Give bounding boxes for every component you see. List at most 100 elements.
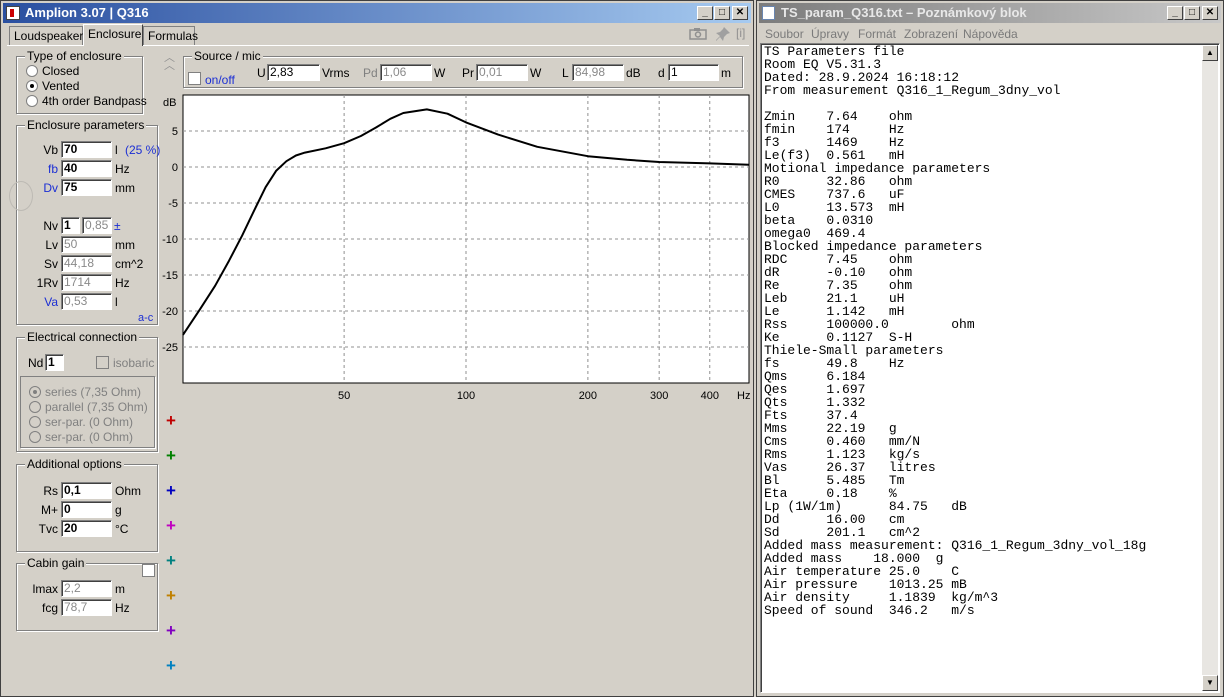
tab-enclosure[interactable]: Enclosure bbox=[83, 24, 143, 46]
vb-percent: (25 %) bbox=[125, 143, 161, 157]
notepad-line: From measurement Q316_1_Regum_3dny_vol bbox=[764, 83, 1061, 98]
vb-label: Vb bbox=[43, 143, 58, 157]
close-icon[interactable]: ✕ bbox=[732, 6, 748, 20]
menu-napoveda[interactable]: Nápověda bbox=[963, 27, 1018, 41]
d-unit: m bbox=[721, 66, 731, 80]
notepad-icon bbox=[762, 6, 775, 20]
dv-label: Dv bbox=[43, 181, 58, 195]
u-label: U bbox=[257, 66, 266, 80]
tab-formulas-label: Formulas bbox=[148, 29, 199, 43]
radio-series bbox=[29, 386, 41, 398]
rs-unit: Ohm bbox=[115, 484, 142, 498]
d-input[interactable]: 1 bbox=[668, 64, 719, 81]
amplion-window: Amplion 3.07 | Q316 _ □ ✕ Loudspeaker En… bbox=[0, 0, 754, 697]
d-label: d bbox=[658, 66, 665, 80]
rs-input[interactable]: 0,1 bbox=[61, 482, 112, 499]
tvc-input[interactable]: 20 bbox=[61, 520, 112, 537]
tab-loudspeaker[interactable]: Loudspeaker bbox=[9, 26, 83, 45]
pr-input: 0,01 bbox=[476, 64, 528, 81]
y-tick-label: 0 bbox=[172, 162, 178, 174]
fcg-input: 78,7 bbox=[61, 599, 112, 616]
scroll-down-icon[interactable]: ▼ bbox=[1202, 675, 1218, 691]
sv-label: Sv bbox=[43, 257, 58, 271]
add-series-plus-icon[interactable]: + bbox=[166, 587, 176, 604]
isobaric-label: isobaric bbox=[113, 356, 155, 370]
nv-input[interactable]: 1 bbox=[61, 217, 80, 234]
nv-value2: 0,85 bbox=[82, 217, 112, 234]
camera-icon[interactable] bbox=[689, 27, 707, 40]
radio-series-label: series (7,35 Ohm) bbox=[45, 385, 142, 399]
m-input[interactable]: 0 bbox=[61, 501, 112, 518]
add-series-plus-icon[interactable]: + bbox=[166, 622, 176, 639]
radio-closed[interactable] bbox=[26, 65, 38, 77]
pr-unit: W bbox=[530, 66, 542, 80]
minimize-icon[interactable]: _ bbox=[697, 6, 713, 20]
resize-handle[interactable] bbox=[9, 181, 33, 211]
isobaric-checkbox bbox=[96, 356, 109, 369]
onoff-label: on/off bbox=[205, 73, 235, 87]
lmax-unit: m bbox=[115, 582, 125, 596]
add-series-plus-icon[interactable]: + bbox=[166, 412, 176, 429]
ac-link[interactable]: a-c bbox=[138, 311, 153, 325]
notepad-title: TS_param_Q316.txt – Poznámkový blok bbox=[781, 5, 1027, 20]
x-axis-label: Hz bbox=[737, 390, 750, 402]
lv-input: 50 bbox=[61, 236, 112, 253]
y-tick-label: -5 bbox=[168, 198, 178, 210]
sv-unit: cm^2 bbox=[115, 257, 144, 271]
pin-icon[interactable] bbox=[715, 26, 731, 42]
fb-input[interactable]: 40 bbox=[61, 160, 112, 177]
notepad-text-area[interactable]: TS Parameters file Room EQ V5.31.3 Dated: … bbox=[760, 43, 1220, 693]
maximize-icon[interactable]: □ bbox=[714, 6, 730, 20]
pd-input: 1,06 bbox=[380, 64, 432, 81]
tab-enclosure-label: Enclosure bbox=[88, 27, 142, 41]
nv-plusminus[interactable]: ± bbox=[114, 219, 121, 233]
fb-unit: Hz bbox=[115, 162, 130, 176]
notepad-maximize-icon[interactable]: □ bbox=[1184, 6, 1200, 20]
radio-serpar-2-label: ser-par. (0 Ohm) bbox=[45, 430, 134, 444]
u-input[interactable]: 2,83 bbox=[267, 64, 320, 81]
l-input: 84,98 bbox=[572, 64, 624, 81]
add-series-plus-icon[interactable]: + bbox=[166, 552, 176, 569]
add-series-plus-icon[interactable]: + bbox=[166, 517, 176, 534]
onoff-checkbox[interactable] bbox=[188, 72, 201, 85]
tab-formulas[interactable]: Formulas bbox=[143, 26, 199, 45]
rv-input: 1714 bbox=[61, 274, 112, 291]
collapse-chevron-icon[interactable]: ︿ ︿ bbox=[164, 53, 175, 72]
notepad-close-icon[interactable]: ✕ bbox=[1202, 6, 1218, 20]
radio-vented[interactable] bbox=[26, 80, 38, 92]
radio-serpar-1 bbox=[29, 416, 41, 428]
add-series-plus-icon[interactable]: + bbox=[166, 447, 176, 464]
lv-unit: mm bbox=[115, 238, 135, 252]
x-tick-label: 100 bbox=[457, 390, 475, 402]
add-series-plus-icon[interactable]: + bbox=[166, 657, 176, 674]
pr-label: Pr bbox=[462, 66, 474, 80]
radio-bandpass[interactable] bbox=[26, 95, 38, 107]
dv-unit: mm bbox=[115, 181, 135, 195]
nd-label: Nd bbox=[28, 356, 44, 370]
frequency-response-chart[interactable]: 50-5-10-15-20-2550 100 200 300 400dBHz bbox=[161, 91, 751, 406]
menu-zobrazeni[interactable]: Zobrazení bbox=[904, 27, 958, 41]
notepad-titlebar[interactable]: TS_param_Q316.txt – Poznámkový blok _ □ … bbox=[759, 3, 1221, 23]
x-tick-label: 200 bbox=[579, 390, 597, 402]
add-series-plus-icon[interactable]: + bbox=[166, 482, 176, 499]
nd-input[interactable]: 1 bbox=[45, 354, 64, 371]
cabin-gain-checkbox[interactable] bbox=[142, 564, 155, 577]
menu-soubor[interactable]: Soubor bbox=[765, 27, 804, 41]
menu-upravy[interactable]: Úpravy bbox=[811, 27, 849, 41]
l-label: L bbox=[562, 66, 569, 80]
vb-input[interactable]: 70 bbox=[61, 141, 112, 158]
dv-input[interactable]: 75 bbox=[61, 179, 112, 196]
lmax-label: lmax bbox=[32, 582, 58, 596]
scroll-up-icon[interactable]: ▲ bbox=[1202, 45, 1218, 61]
cabin-gain-title: Cabin gain bbox=[25, 556, 87, 570]
amplion-titlebar[interactable]: Amplion 3.07 | Q316 _ □ ✕ bbox=[3, 3, 751, 23]
menu-format[interactable]: Formát bbox=[858, 27, 896, 41]
x-tick-label: 300 bbox=[650, 390, 668, 402]
info-icon[interactable]: [i] bbox=[736, 26, 745, 40]
y-tick-label: -10 bbox=[162, 234, 178, 246]
notepad-window: TS_param_Q316.txt – Poznámkový blok _ □ … bbox=[756, 0, 1224, 697]
va-label: Va bbox=[44, 295, 58, 309]
notepad-scrollbar[interactable]: ▲ ▼ bbox=[1202, 45, 1218, 691]
notepad-minimize-icon[interactable]: _ bbox=[1167, 6, 1183, 20]
m-label: M+ bbox=[40, 503, 58, 517]
